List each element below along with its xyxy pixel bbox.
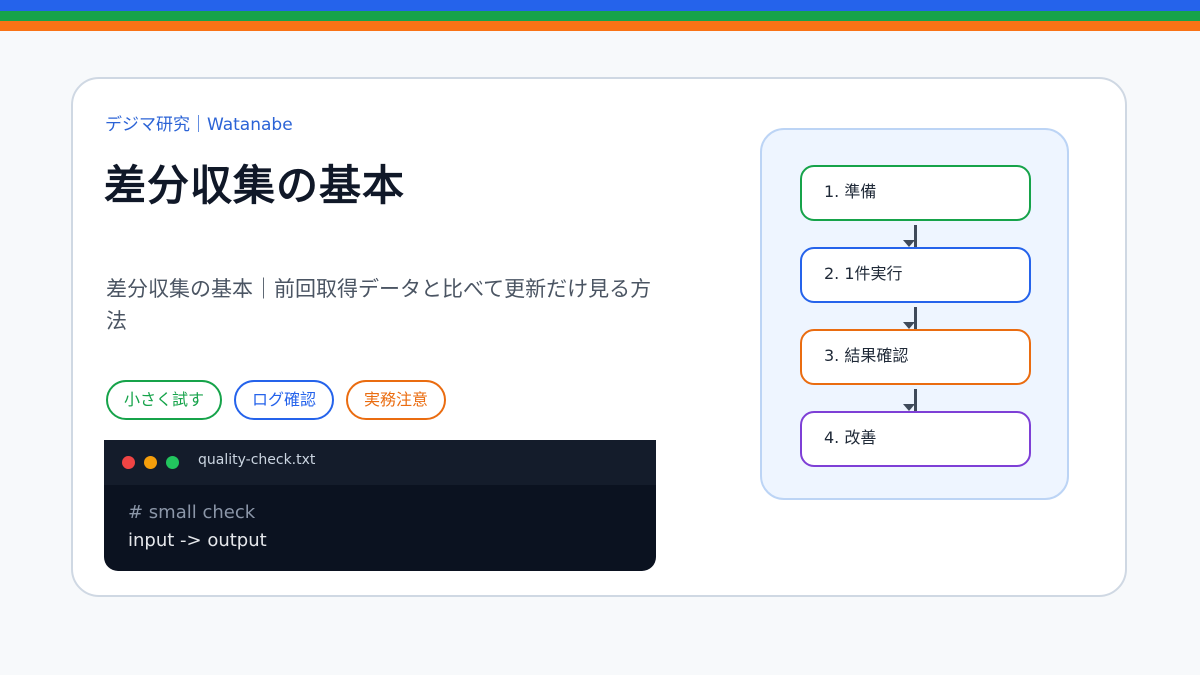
page-title: 差分収集の基本: [104, 161, 406, 210]
tag-list: 小さく試す ログ確認 実務注意: [106, 380, 447, 420]
flow-step-run-one: 2. 1件実行: [800, 247, 1031, 303]
arrow-down-icon: [903, 240, 915, 247]
top-stripe-orange: [0, 21, 1200, 31]
tag-practical-notes: 実務注意: [346, 380, 447, 420]
flow-step-improve: 4. 改善: [800, 411, 1031, 467]
terminal-code-line: input -> output: [128, 530, 267, 551]
arrow-down-icon: [903, 322, 915, 329]
terminal-filename: quality-check.txt: [198, 452, 316, 468]
flow-step-check-result: 3. 結果確認: [800, 329, 1031, 385]
terminal-title-bar: quality-check.txt: [104, 440, 656, 485]
close-dot-icon: [122, 456, 135, 469]
subtitle-text: 差分収集の基本｜前回取得データと比べて更新だけ見る方法: [106, 277, 652, 333]
terminal-window: quality-check.txt # small check input ->…: [104, 440, 656, 571]
top-stripe-green: [0, 11, 1200, 21]
minimize-dot-icon: [144, 456, 157, 469]
tag-log-check: ログ確認: [234, 380, 335, 420]
top-stripe-blue: [0, 0, 1200, 11]
terminal-comment-line: # small check: [128, 502, 256, 523]
flow-step-prepare: 1. 準備: [800, 165, 1031, 221]
kicker-text: デジマ研究｜Watanabe: [105, 115, 293, 135]
tag-try-small: 小さく試す: [106, 380, 223, 420]
maximize-dot-icon: [166, 456, 179, 469]
arrow-down-icon: [903, 404, 915, 411]
